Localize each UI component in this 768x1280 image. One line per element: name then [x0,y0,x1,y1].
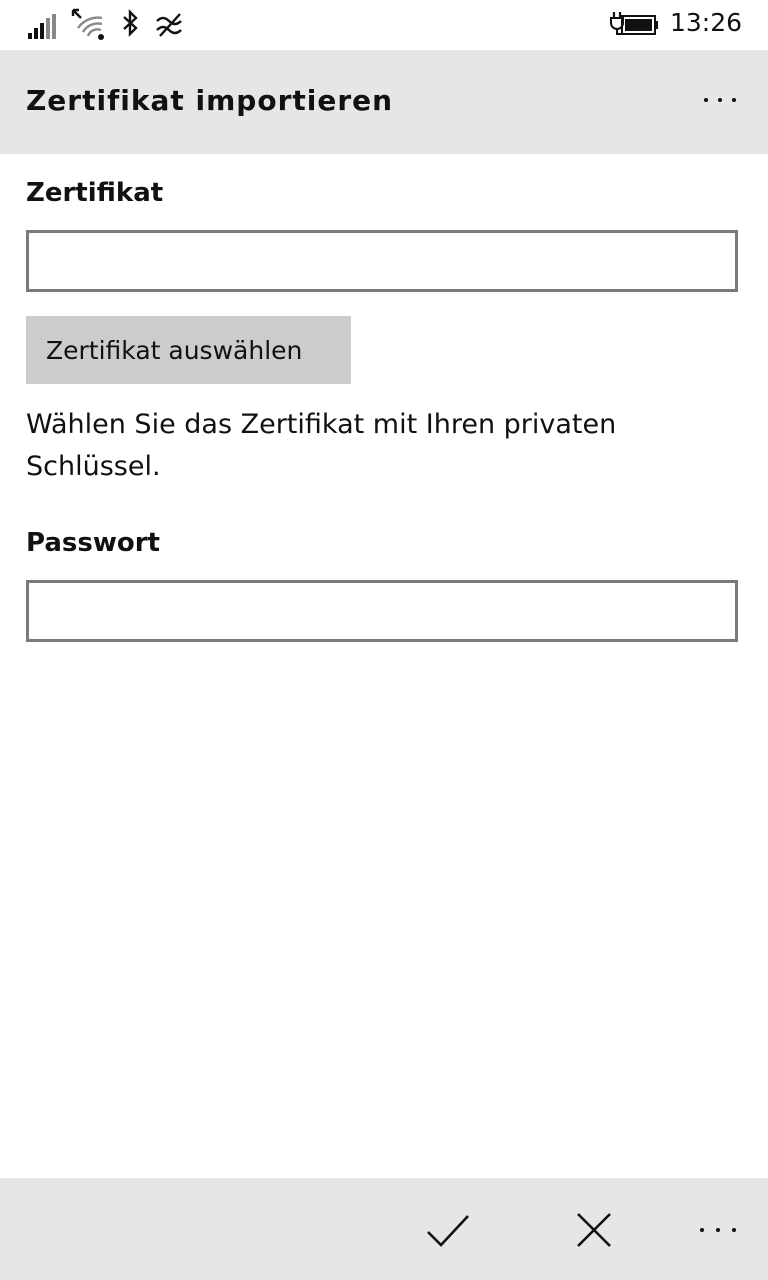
ellipsis-icon[interactable] [698,1214,738,1246]
data-sense-icon [156,13,182,37]
bluetooth-icon [123,9,138,37]
signal-strength-icon [28,14,56,39]
page-header: Zertifikat importieren [0,50,768,154]
status-clock: 13:26 [669,8,742,37]
app-bar [0,1178,768,1280]
helper-text: Wählen Sie das Zertifikat mit Ihren priv… [26,409,617,482]
battery-charging-icon [610,12,658,35]
password-label: Passwort [26,528,160,558]
wifi-icon [71,8,104,40]
ellipsis-icon[interactable] [702,88,738,112]
close-icon[interactable] [570,1206,618,1254]
checkmark-icon[interactable] [424,1206,472,1254]
certificate-label: Zertifikat [26,178,164,208]
select-certificate-button[interactable]: Zertifikat auswählen [26,316,351,384]
password-input[interactable] [26,580,738,642]
page-title: Zertifikat importieren [26,84,394,117]
certificate-input[interactable] [26,230,738,292]
status-bar: 13:26 [0,0,768,50]
